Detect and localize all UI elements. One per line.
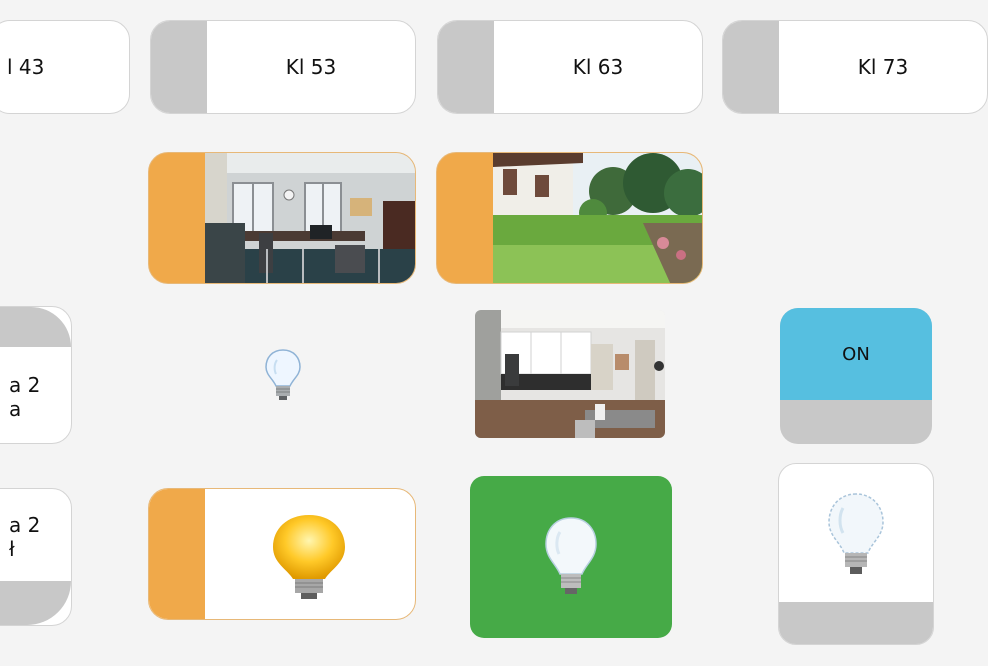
room-tile-garden[interactable] (436, 152, 703, 284)
left-scene-card-2[interactable]: a 2 ł (0, 488, 72, 626)
room-button-kl43[interactable]: l 43 (0, 20, 130, 114)
light-bulb-icon (823, 490, 889, 580)
light-switch-tile[interactable] (148, 488, 416, 620)
button-side-strip (723, 21, 779, 113)
garden-photo (493, 153, 702, 283)
card-label-line-2: a (9, 397, 22, 421)
on-off-toggle-tile[interactable]: ON (780, 308, 932, 444)
light-bulb-icon (540, 514, 602, 600)
card-label-line-1: a 2 (9, 513, 41, 537)
light-tile-off[interactable] (778, 463, 934, 645)
card-bottom-gray-arc (0, 581, 71, 625)
room-button-label: Kl 53 (285, 55, 337, 79)
room-tile-office[interactable] (148, 152, 416, 284)
left-scene-card-1[interactable]: a 2 a (0, 306, 72, 444)
card-label-line-1: a 2 (9, 373, 41, 397)
button-side-strip (151, 21, 207, 113)
room-button-label: l 43 (7, 55, 45, 79)
light-bulb-on-icon (265, 509, 353, 603)
kitchen-photo (475, 310, 665, 438)
room-button-kl53[interactable]: Kl 53 (150, 20, 416, 114)
office-room-photo (205, 153, 415, 283)
room-tile-kitchen[interactable] (475, 310, 665, 438)
tile-bottom-gray (779, 602, 933, 644)
card-label-line-2: ł (9, 537, 15, 561)
light-tile-green[interactable] (470, 476, 672, 638)
light-bulb-icon[interactable] (262, 346, 304, 404)
room-button-label: Kl 63 (572, 55, 624, 79)
button-side-strip (438, 21, 494, 113)
room-button-label: Kl 73 (857, 55, 909, 79)
card-top-gray-arc (0, 307, 71, 347)
room-button-kl73[interactable]: Kl 73 (722, 20, 988, 114)
room-button-kl63[interactable]: Kl 63 (437, 20, 703, 114)
tile-side-strip (149, 489, 205, 619)
toggle-state-label: ON (842, 344, 870, 365)
